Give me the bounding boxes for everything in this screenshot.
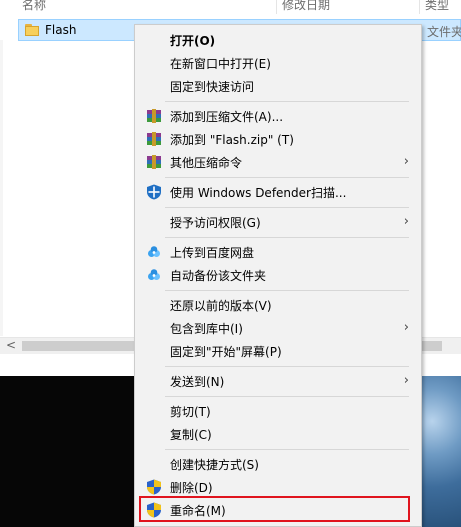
menu-item-label: 创建快捷方式(S) [170,458,259,472]
uac-shield-icon [146,479,162,495]
chevron-right-icon: › [403,154,409,169]
left-pane-edge [0,40,3,336]
menu-item-label: 自动备份该文件夹 [170,269,267,283]
menu-item-open-new-window[interactable]: 在新窗口中打开(E) [137,52,419,74]
menu-item-cut[interactable]: 剪切(T) [137,400,419,422]
baidu-cloud-icon [146,267,162,283]
menu-item-label: 删除(D) [170,481,213,495]
menu-item-label: 添加到压缩文件(A)... [170,110,284,124]
menu-separator [165,449,409,450]
menu-item-create-shortcut[interactable]: 创建快捷方式(S) [137,453,419,475]
menu-item-include-in-library[interactable]: 包含到库中(I) › [137,317,419,339]
archive-icon [146,108,162,124]
screen: 名称 修改日期 类型 Flash 文件夹 < 打开(O) 在新窗口中打开(E) [0,0,461,527]
menu-item-defender-scan[interactable]: 使用 Windows Defender扫描... [137,181,419,203]
file-name: Flash [45,23,77,37]
menu-item-label: 授予访问权限(G) [170,216,261,230]
scroll-left-arrow-icon[interactable]: < [6,338,16,352]
menu-item-label: 剪切(T) [170,405,211,419]
menu-item-label: 固定到快速访问 [170,80,255,94]
menu-separator [165,177,409,178]
menu-item-auto-backup[interactable]: 自动备份该文件夹 [137,264,419,286]
context-menu: 打开(O) 在新窗口中打开(E) 固定到快速访问 添加到压缩文件(A)... 添… [134,24,422,527]
column-header-date[interactable]: 修改日期 [282,0,330,13]
menu-item-copy[interactable]: 复制(C) [137,423,419,445]
chevron-right-icon: › [403,320,409,335]
menu-item-label: 包含到库中(I) [170,322,243,336]
menu-separator [165,207,409,208]
column-separator[interactable] [276,0,277,14]
menu-separator [165,396,409,397]
column-separator[interactable] [419,0,420,14]
menu-item-label: 固定到"开始"屏幕(P) [170,345,282,359]
menu-separator [165,290,409,291]
menu-item-label: 发送到(N) [170,375,225,389]
chevron-right-icon: › [403,214,409,229]
menu-item-send-to[interactable]: 发送到(N) › [137,370,419,392]
menu-item-restore-previous[interactable]: 还原以前的版本(V) [137,294,419,316]
menu-item-add-to-archive[interactable]: 添加到压缩文件(A)... [137,105,419,127]
column-header-row: 名称 修改日期 类型 [0,0,461,14]
column-header-name[interactable]: 名称 [22,0,46,13]
menu-item-grant-access[interactable]: 授予访问权限(G) › [137,211,419,233]
menu-separator [165,366,409,367]
defender-shield-icon [146,184,162,200]
menu-item-label: 在新窗口中打开(E) [170,57,271,71]
menu-separator [165,101,409,102]
archive-icon [146,131,162,147]
menu-item-open[interactable]: 打开(O) [137,29,419,51]
baidu-cloud-icon [146,244,162,260]
menu-item-label: 添加到 "Flash.zip" (T) [170,133,294,147]
menu-item-upload-baidu[interactable]: 上传到百度网盘 [137,241,419,263]
menu-item-label: 打开(O) [170,34,216,48]
menu-item-label: 使用 Windows Defender扫描... [170,186,347,200]
menu-item-label: 上传到百度网盘 [170,246,255,260]
file-type: 文件夹 [427,25,461,39]
menu-item-label: 其他压缩命令 [170,156,243,170]
menu-item-pin-quick-access[interactable]: 固定到快速访问 [137,75,419,97]
menu-item-label: 复制(C) [170,428,212,442]
column-header-type[interactable]: 类型 [425,0,449,13]
menu-item-label: 还原以前的版本(V) [170,299,272,313]
menu-item-delete[interactable]: 删除(D) [137,476,419,498]
folder-icon [25,24,39,36]
menu-separator [165,237,409,238]
chevron-right-icon: › [403,373,409,388]
menu-item-add-to-flash-zip[interactable]: 添加到 "Flash.zip" (T) [137,128,419,150]
archive-icon [146,154,162,170]
rename-highlight-annotation [139,496,410,522]
menu-item-other-compress[interactable]: 其他压缩命令 › [137,151,419,173]
desktop-wallpaper-earth [420,376,461,527]
menu-item-pin-to-start[interactable]: 固定到"开始"屏幕(P) [137,340,419,362]
